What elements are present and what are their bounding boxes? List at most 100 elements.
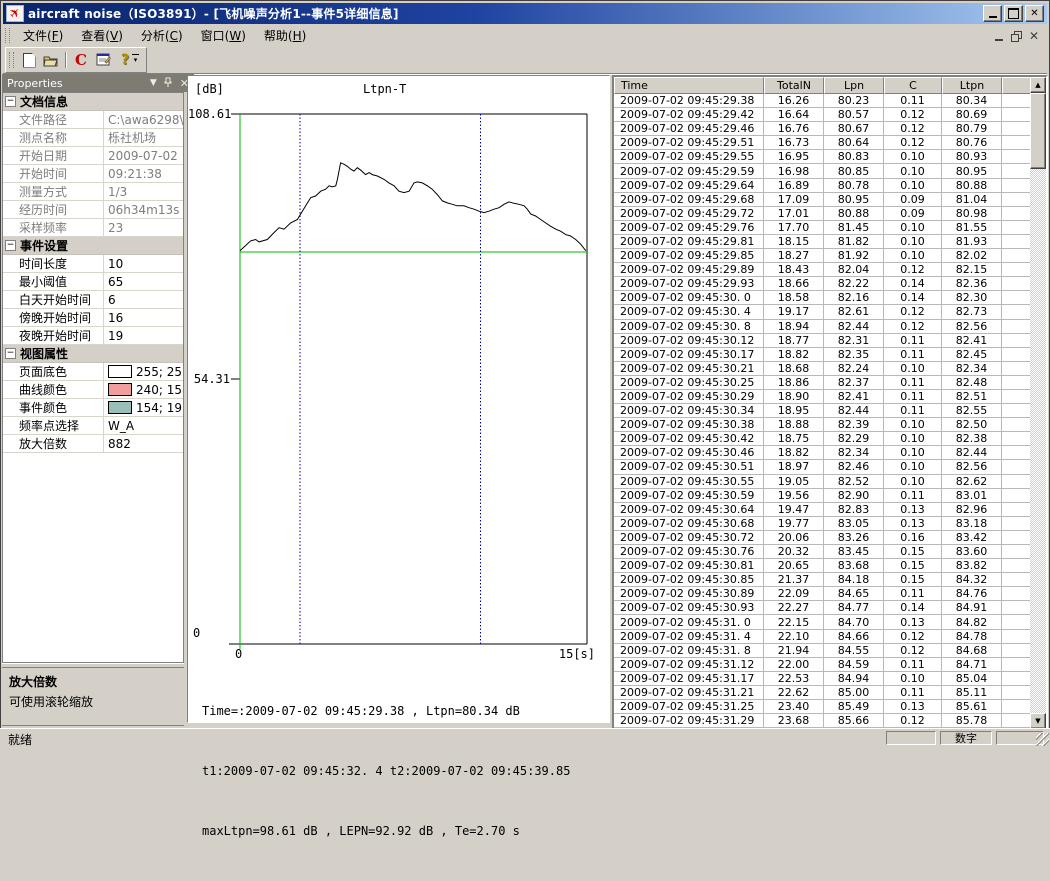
property-value[interactable]: 882 [104, 435, 183, 452]
menu-item-h[interactable]: 帮助(H) [255, 25, 315, 46]
property-category[interactable]: −视图属性 [3, 345, 183, 363]
table-row[interactable]: 2009-07-02 09:45:29.8518.2781.920.1082.0… [614, 249, 1030, 263]
table-row[interactable]: 2009-07-02 09:45:29.4216.6480.570.1280.6… [614, 108, 1030, 122]
table-row[interactable]: 2009-07-02 09:45:30.8922.0984.650.1184.7… [614, 587, 1030, 601]
toolbar-options-button[interactable]: ▾ [130, 54, 141, 66]
table-row[interactable]: 2009-07-02 09:45:29.5916.9880.850.1080.9… [614, 164, 1030, 178]
table-row[interactable]: 2009-07-02 09:45:30.6419.4782.830.1382.9… [614, 503, 1030, 517]
table-row[interactable]: 2009-07-02 09:45:31. 422.1084.660.1284.7… [614, 630, 1030, 644]
table-row[interactable]: 2009-07-02 09:45:30.2518.8682.370.1182.4… [614, 376, 1030, 390]
properties-button[interactable] [92, 50, 114, 71]
table-row[interactable]: 2009-07-02 09:45:31.1222.0084.590.1184.7… [614, 658, 1030, 672]
column-header-totaln[interactable]: TotalN [764, 77, 824, 94]
table-row[interactable]: 2009-07-02 09:45:30.7620.3283.450.1583.6… [614, 545, 1030, 559]
column-header-lpn[interactable]: Lpn [824, 77, 884, 94]
chart-pane[interactable]: [dB] Ltpn-T 108.61 54.31 0 0 15[s] Time=… [187, 75, 610, 723]
menu-item-f[interactable]: 文件(F) [14, 25, 72, 46]
color-swatch[interactable] [108, 365, 132, 378]
maximize-button[interactable] [1004, 5, 1023, 22]
table-row[interactable]: 2009-07-02 09:45:31.2523.4085.490.1385.6… [614, 700, 1030, 714]
property-value[interactable]: 09:21:38 [104, 165, 183, 182]
color-swatch[interactable] [108, 383, 132, 396]
table-row[interactable]: 2009-07-02 09:45:30.3418.9582.440.1182.5… [614, 404, 1030, 418]
child-restore-button[interactable] [1011, 31, 1021, 41]
property-value[interactable]: 255; 255; 25 [104, 363, 183, 380]
property-value[interactable]: 06h34m13s [104, 201, 183, 218]
property-value[interactable]: 23 [104, 219, 183, 236]
convert-button[interactable]: C [70, 50, 92, 71]
table-row[interactable]: 2009-07-02 09:45:30.1718.8282.350.1182.4… [614, 348, 1030, 362]
column-header-ltpn[interactable]: Ltpn [942, 77, 1002, 94]
table-row[interactable]: 2009-07-02 09:45:29.6817.0980.950.0981.0… [614, 193, 1030, 207]
property-value[interactable]: W_A [104, 417, 183, 434]
table-row[interactable]: 2009-07-02 09:45:30. 419.1782.610.1282.7… [614, 305, 1030, 319]
table-row[interactable]: 2009-07-02 09:45:30.5519.0582.520.1082.6… [614, 475, 1030, 489]
property-category[interactable]: −文档信息 [3, 93, 183, 111]
table-row[interactable]: 2009-07-02 09:45:30.7220.0683.260.1683.4… [614, 531, 1030, 545]
child-minimize-button[interactable] [995, 39, 1003, 41]
table-row[interactable]: 2009-07-02 09:45:29.7617.7081.450.1081.5… [614, 221, 1030, 235]
table-row[interactable]: 2009-07-02 09:45:30.8120.6583.680.1583.8… [614, 559, 1030, 573]
property-value[interactable]: C:\awa6298\机场 [104, 111, 183, 128]
property-value[interactable]: 栎社机场 [104, 129, 183, 146]
table-row[interactable]: 2009-07-02 09:45:29.3816.2680.230.1180.3… [614, 94, 1030, 108]
property-category[interactable]: −事件设置 [3, 237, 183, 255]
toolbar-drag-grip[interactable] [9, 52, 14, 68]
table-row[interactable]: 2009-07-02 09:45:30.5118.9782.460.1082.5… [614, 460, 1030, 474]
table-row[interactable]: 2009-07-02 09:45:30.2118.6882.240.1082.3… [614, 362, 1030, 376]
property-value[interactable]: 65 [104, 273, 183, 290]
collapse-icon[interactable]: − [5, 348, 16, 359]
collapse-icon[interactable]: − [5, 96, 16, 107]
scroll-down-button[interactable]: ▼ [1030, 713, 1046, 729]
menu-item-c[interactable]: 分析(C) [132, 25, 192, 46]
ltpn-chart-plot[interactable] [188, 76, 609, 722]
table-row[interactable]: 2009-07-02 09:45:31.2122.6285.000.1185.1… [614, 686, 1030, 700]
table-row[interactable]: 2009-07-02 09:45:29.4616.7680.670.1280.7… [614, 122, 1030, 136]
property-value[interactable]: 10 [104, 255, 183, 272]
table-row[interactable]: 2009-07-02 09:45:30. 018.5882.160.1482.3… [614, 291, 1030, 305]
scrollbar-thumb[interactable] [1030, 93, 1046, 169]
minimize-button[interactable] [983, 5, 1002, 22]
property-value[interactable]: 19 [104, 327, 183, 344]
table-row[interactable]: 2009-07-02 09:45:29.7217.0180.880.0980.9… [614, 207, 1030, 221]
table-row[interactable]: 2009-07-02 09:45:30.5919.5682.900.1183.0… [614, 489, 1030, 503]
property-value[interactable]: 240; 158; 15 [104, 381, 183, 398]
open-file-button[interactable] [40, 50, 62, 71]
properties-panel-titlebar[interactable]: Properties ▼ ✕ [2, 74, 194, 92]
child-close-button[interactable]: ✕ [1029, 30, 1039, 42]
table-row[interactable]: 2009-07-02 09:45:30.1218.7782.310.1182.4… [614, 334, 1030, 348]
table-row[interactable]: 2009-07-02 09:45:30.6819.7783.050.1383.1… [614, 517, 1030, 531]
table-row[interactable]: 2009-07-02 09:45:30.2918.9082.410.1182.5… [614, 390, 1030, 404]
close-button[interactable]: ✕ [1025, 5, 1044, 22]
menu-item-w[interactable]: 窗口(W) [192, 25, 255, 46]
table-row[interactable]: 2009-07-02 09:45:29.9318.6682.220.1482.3… [614, 277, 1030, 291]
property-value[interactable]: 16 [104, 309, 183, 326]
table-row[interactable]: 2009-07-02 09:45:30. 818.9482.440.1282.5… [614, 320, 1030, 334]
collapse-icon[interactable]: − [5, 240, 16, 251]
menu-item-v[interactable]: 查看(V) [72, 25, 132, 46]
panel-menu-icon[interactable]: ▼ [150, 78, 157, 88]
table-row[interactable]: 2009-07-02 09:45:30.8521.3784.180.1584.3… [614, 573, 1030, 587]
table-row[interactable]: 2009-07-02 09:45:29.8118.1581.820.1081.9… [614, 235, 1030, 249]
table-row[interactable]: 2009-07-02 09:45:31.1722.5384.940.1085.0… [614, 672, 1030, 686]
resize-grip[interactable] [1036, 733, 1049, 746]
menu-drag-grip[interactable] [5, 28, 10, 43]
table-row[interactable]: 2009-07-02 09:45:30.4618.8282.340.1082.4… [614, 446, 1030, 460]
color-swatch[interactable] [108, 401, 132, 414]
table-row[interactable]: 2009-07-02 09:45:30.9322.2784.770.1484.9… [614, 601, 1030, 615]
column-header-c[interactable]: C [884, 77, 942, 94]
pin-icon[interactable] [164, 77, 173, 90]
property-value[interactable]: 154; 191; 18 [104, 399, 183, 416]
property-value[interactable]: 2009-07-02 [104, 147, 183, 164]
table-row[interactable]: 2009-07-02 09:45:29.5516.9580.830.1080.9… [614, 150, 1030, 164]
property-value[interactable]: 1/3 [104, 183, 183, 200]
table-row[interactable]: 2009-07-02 09:45:31. 821.9484.550.1284.6… [614, 644, 1030, 658]
column-header-time[interactable]: Time [614, 77, 764, 94]
table-row[interactable]: 2009-07-02 09:45:29.6416.8980.780.1080.8… [614, 179, 1030, 193]
new-file-button[interactable] [18, 50, 40, 71]
title-bar[interactable]: ✈ aircraft noise（ISO3891）- [飞机噪声分析1--事件5… [3, 3, 1047, 24]
scroll-up-button[interactable]: ▲ [1030, 77, 1046, 93]
table-row[interactable]: 2009-07-02 09:45:30.4218.7582.290.1082.3… [614, 432, 1030, 446]
table-row[interactable]: 2009-07-02 09:45:29.8918.4382.040.1282.1… [614, 263, 1030, 277]
table-row[interactable]: 2009-07-02 09:45:31. 022.1584.700.1384.8… [614, 615, 1030, 629]
